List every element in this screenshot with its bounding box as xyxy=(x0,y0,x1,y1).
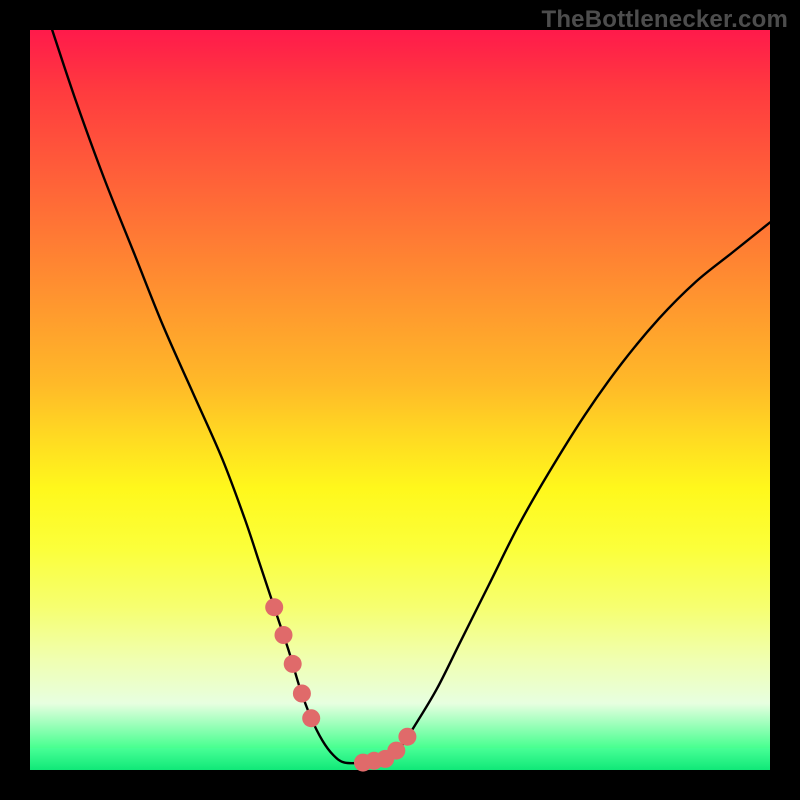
marker-dot xyxy=(293,685,311,703)
bottleneck-curve xyxy=(52,30,770,763)
watermark-text: TheBottlenecker.com xyxy=(541,6,788,34)
marker-dots xyxy=(265,598,416,771)
marker-dot xyxy=(302,709,320,727)
chart-frame: TheBottlenecker.com xyxy=(0,0,800,800)
marker-dot xyxy=(275,626,293,644)
marker-dot xyxy=(265,598,283,616)
marker-dot xyxy=(398,728,416,746)
curve-layer xyxy=(30,30,770,770)
marker-dot xyxy=(284,655,302,673)
plot-area xyxy=(30,30,770,770)
